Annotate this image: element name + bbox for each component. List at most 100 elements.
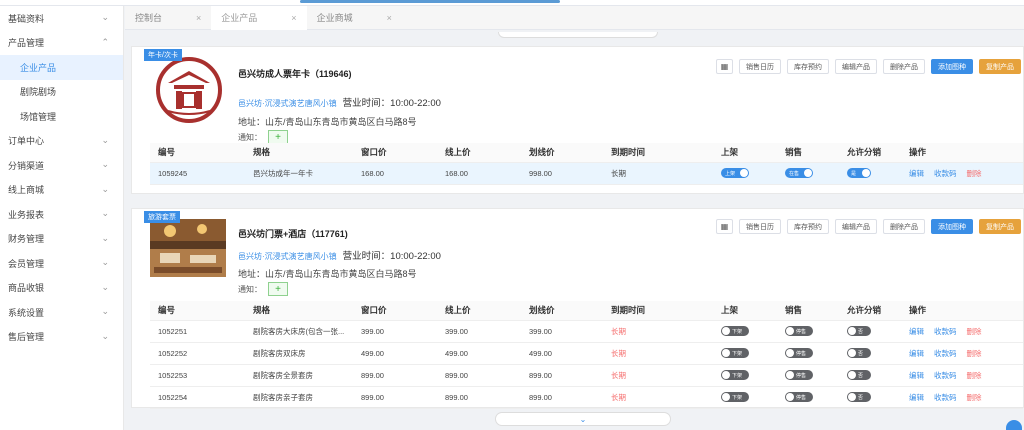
tab-label: 控制台 [135, 13, 163, 23]
listed-toggle[interactable]: 下架 [721, 370, 749, 381]
product-card: 旅游套票 邑兴坊门票+酒店（117761) 邑兴坊·沉浸式演艺唐风小镇 营业时间：… [131, 208, 1024, 409]
add-spec-button[interactable]: 添加图种 [931, 219, 973, 234]
sidebar-item-settings[interactable]: 系统设置 ⌄ [0, 300, 123, 325]
distribution-toggle[interactable]: 是 [847, 168, 871, 179]
row-qr-link[interactable]: 收款码 [934, 371, 957, 380]
table-header: 编号 规格 窗口价 线上价 划线价 到期时间 上架 销售 允许分销 操作 [150, 301, 1023, 321]
cell-expire: 长期 [603, 364, 713, 387]
row-delete-link[interactable]: 删除 [967, 349, 982, 358]
sidebar-item-members[interactable]: 会员管理 ⌄ [0, 251, 123, 276]
listed-toggle[interactable]: 上架 [721, 168, 749, 179]
copy-product-button[interactable]: 复制产品 [979, 219, 1021, 234]
row-qr-link[interactable]: 收款码 [934, 393, 957, 402]
row-edit-link[interactable]: 编辑 [909, 169, 924, 178]
cell-id: 1052253 [150, 364, 245, 387]
row-edit-link[interactable]: 编辑 [909, 349, 924, 358]
qr-code-icon[interactable]: ▦ [716, 219, 733, 234]
tab-dashboard[interactable]: 控制台 × [125, 6, 211, 30]
toggle-label: 否 [858, 350, 864, 357]
sidebar-item-reports[interactable]: 业务报表 ⌄ [0, 202, 123, 227]
distribution-toggle[interactable]: 否 [847, 348, 871, 359]
row-delete-link[interactable]: 删除 [967, 169, 982, 178]
listed-toggle[interactable]: 下架 [721, 348, 749, 359]
close-icon[interactable]: × [196, 13, 201, 23]
row-delete-link[interactable]: 删除 [967, 393, 982, 402]
distribution-toggle[interactable]: 否 [847, 326, 871, 337]
scenic-link[interactable]: 邑兴坊·沉浸式演艺唐风小镇 [238, 252, 337, 261]
chevron-down-icon: ⌄ [101, 135, 109, 146]
chevron-down-icon: ⌄ [101, 258, 109, 269]
close-icon[interactable]: × [291, 13, 296, 23]
delete-product-button[interactable]: 删除产品 [883, 219, 925, 234]
sidebar-item-label: 业务报表 [8, 209, 45, 220]
copy-product-button[interactable]: 复制产品 [979, 59, 1021, 74]
add-notify-button[interactable]: + [268, 282, 288, 296]
sale-toggle[interactable]: 停售 [785, 348, 813, 359]
cell-strike-price: 399.00 [521, 320, 603, 343]
sidebar-item-product-management[interactable]: 产品管理 ⌃ [0, 31, 123, 56]
row-edit-link[interactable]: 编辑 [909, 327, 924, 336]
expand-toggle[interactable]: ⌄ [495, 412, 671, 426]
row-edit-link[interactable]: 编辑 [909, 371, 924, 380]
qr-code-icon[interactable]: ▦ [716, 59, 733, 74]
toggle-label: 否 [858, 328, 864, 335]
row-qr-link[interactable]: 收款码 [934, 169, 957, 178]
row-qr-link[interactable]: 收款码 [934, 327, 957, 336]
listed-toggle[interactable]: 下架 [721, 326, 749, 337]
sale-toggle[interactable]: 停售 [785, 326, 813, 337]
sidebar-item-cashier[interactable]: 商品收银 ⌄ [0, 276, 123, 301]
tab-bar: 控制台 × 企业产品 × 企业商城 × [125, 5, 1024, 30]
sidebar-item-label: 场馆管理 [20, 111, 57, 122]
stock-reservation-button[interactable]: 库存预约 [787, 59, 829, 74]
sidebar-item-basic-data[interactable]: 基础资料 ⌄ [0, 6, 123, 31]
row-delete-link[interactable]: 删除 [967, 371, 982, 380]
cell-id: 1052254 [150, 386, 245, 409]
sidebar-item-finance[interactable]: 财务管理 ⌄ [0, 227, 123, 252]
chevron-up-icon: ⌃ [101, 37, 109, 48]
listed-toggle[interactable]: 下架 [721, 392, 749, 403]
sidebar-item-theater[interactable]: 剧院剧场 [0, 80, 123, 105]
sidebar-item-venue-management[interactable]: 场馆管理 [0, 104, 123, 129]
sales-calendar-button[interactable]: 销售日历 [739, 59, 781, 74]
sidebar-item-order-center[interactable]: 订单中心 ⌄ [0, 129, 123, 154]
row-qr-link[interactable]: 收款码 [934, 349, 957, 358]
sidebar-item-online-mall[interactable]: 线上商城 ⌄ [0, 178, 123, 203]
toggle-label: 否 [858, 394, 864, 401]
col-listed: 上架 [713, 301, 777, 321]
product-notify: 通知： + [238, 130, 288, 144]
scenic-link[interactable]: 邑兴坊·沉浸式演艺唐风小镇 [238, 99, 337, 108]
tab-enterprise-products[interactable]: 企业产品 × [211, 5, 307, 30]
sidebar-item-distribution[interactable]: 分销渠道 ⌄ [0, 153, 123, 178]
sidebar: 基础资料 ⌄ 产品管理 ⌃ 企业产品 剧院剧场 场馆管理 订单中心 ⌄ 分销渠道 ⌄ 线… [0, 6, 124, 430]
scroll-pill[interactable] [498, 32, 658, 38]
sales-calendar-button[interactable]: 销售日历 [739, 219, 781, 234]
float-widget[interactable] [1006, 420, 1022, 430]
sale-toggle[interactable]: 在售 [785, 168, 813, 179]
distribution-toggle[interactable]: 否 [847, 370, 871, 381]
toggle-label: 在售 [789, 170, 800, 177]
distribution-toggle[interactable]: 否 [847, 392, 871, 403]
sidebar-item-enterprise-products[interactable]: 企业产品 [0, 55, 123, 80]
product-subtitle: 邑兴坊·沉浸式演艺唐风小镇 营业时间：10:00-22:00 [238, 95, 441, 109]
stock-reservation-button[interactable]: 库存预约 [787, 219, 829, 234]
add-notify-button[interactable]: + [268, 130, 288, 144]
add-spec-button[interactable]: 添加图种 [931, 59, 973, 74]
col-strike-price: 划线价 [521, 301, 603, 321]
cell-window-price: 399.00 [353, 320, 437, 343]
row-edit-link[interactable]: 编辑 [909, 393, 924, 402]
close-icon[interactable]: × [387, 13, 392, 23]
edit-product-button[interactable]: 编辑产品 [835, 59, 877, 74]
business-hours: 营业时间：10:00-22:00 [342, 98, 441, 109]
sidebar-item-after-sales[interactable]: 售后管理 ⌄ [0, 325, 123, 350]
edit-product-button[interactable]: 编辑产品 [835, 219, 877, 234]
cell-strike-price: 899.00 [521, 364, 603, 387]
sale-toggle[interactable]: 停售 [785, 392, 813, 403]
chevron-down-icon: ⌄ [101, 307, 109, 318]
row-delete-link[interactable]: 删除 [967, 327, 982, 336]
spec-table: 编号 规格 窗口价 线上价 划线价 到期时间 上架 销售 允许分销 操作 105… [150, 143, 1023, 185]
tab-label: 企业产品 [221, 13, 258, 23]
col-operations: 操作 [901, 301, 1023, 321]
sale-toggle[interactable]: 停售 [785, 370, 813, 381]
delete-product-button[interactable]: 删除产品 [883, 59, 925, 74]
tab-enterprise-mall[interactable]: 企业商城 × [307, 6, 402, 30]
